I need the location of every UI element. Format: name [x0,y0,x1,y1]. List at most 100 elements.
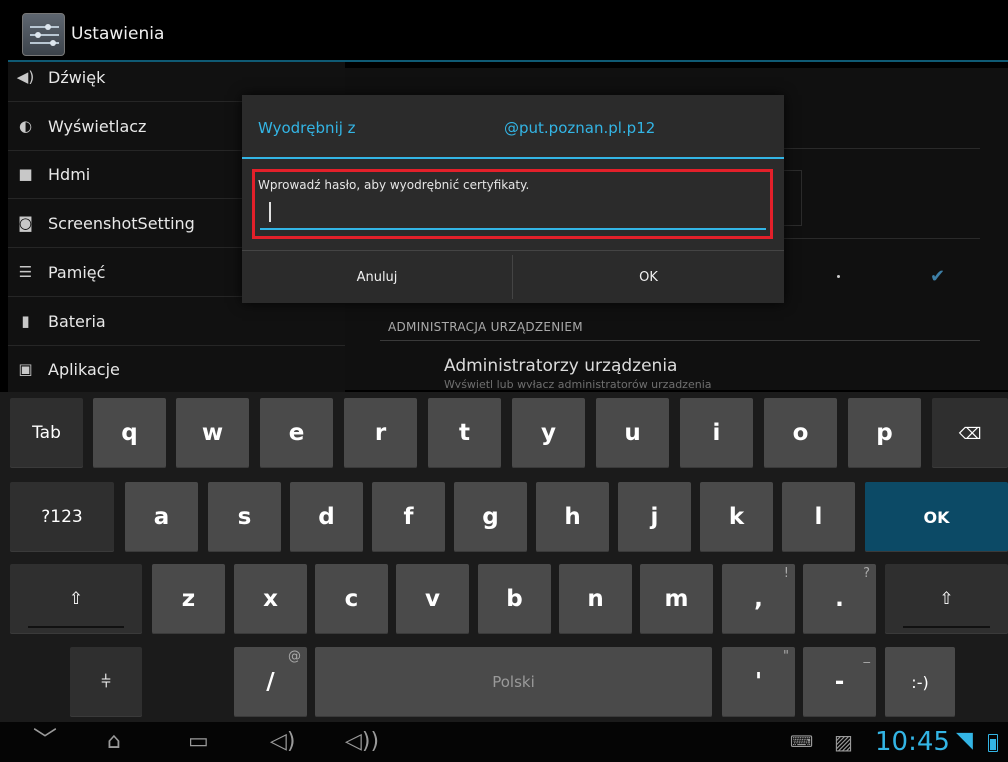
space-key[interactable]: Polski [315,647,712,717]
sidebar-item-label: Dźwięk [48,68,106,87]
shift-icon: ⇧ [68,589,84,609]
text-cursor [269,202,271,222]
key-h[interactable]: h [536,482,609,552]
key-k[interactable]: k [700,482,773,552]
gallery-icon: ▨ [834,730,853,754]
device-admins-summary: Wyświetl lub wyłącz administratorów urzą… [444,378,712,388]
key-period[interactable]: . ? [803,564,876,634]
key-z[interactable]: z [152,564,225,634]
key-w[interactable]: w [176,398,249,468]
backspace-key[interactable]: ⌫ [932,398,1008,468]
key-y[interactable]: y [512,398,585,468]
shift-indicator [28,626,124,628]
key-f[interactable]: f [372,482,445,552]
key-apostrophe[interactable]: ' " [722,647,795,717]
key-r[interactable]: r [344,398,417,468]
key-hint: ? [863,566,870,581]
speaker-icon: ◀) [16,68,35,86]
volume-down-icon[interactable]: ◁) [270,728,296,756]
sidebar-item-battery[interactable]: ▮ Bateria [8,298,345,346]
key-x[interactable]: x [234,564,307,634]
key-s[interactable]: s [208,482,281,552]
key-o[interactable]: o [764,398,837,468]
soft-keyboard: Tab q w e r t y u i o p ⌫ ?123 a s d f g… [0,392,1008,722]
key-n[interactable]: n [559,564,632,634]
password-input[interactable] [260,198,766,230]
navigation-bar: ﹀ ⌂ ▭ ◁) ◁)) ⌨ ▨ 10:45 ◥ [0,722,1008,762]
wifi-icon: ◥ [956,728,973,753]
key-label: , [754,586,763,612]
background-dot [837,275,840,278]
sliders-icon: ⫩ [101,672,111,692]
sidebar-item-label: Wyświetlacz [48,117,147,136]
settings-sliders-icon[interactable] [22,13,65,56]
dialog-title-filename: @put.poznan.pl.p12 [504,119,656,137]
key-hint: " [783,649,789,664]
key-symbols[interactable]: ?123 [10,482,114,552]
key-m[interactable]: m [640,564,713,634]
battery-status-icon [988,734,998,752]
key-v[interactable]: v [396,564,469,634]
key-slash[interactable]: / @ [234,647,307,717]
key-label: / [266,669,275,695]
clock: 10:45 [875,727,950,757]
key-tab[interactable]: Tab [10,398,83,468]
key-p[interactable]: p [848,398,921,468]
key-dash[interactable]: - _ [803,647,876,717]
key-ok[interactable]: OK [865,482,1008,552]
ok-button[interactable]: OK [513,251,784,303]
dialog-title: Wyodrębnij z [258,119,356,137]
sidebar-item-label: Bateria [48,312,106,331]
battery-icon: ▮ [21,312,30,330]
key-l[interactable]: l [782,482,855,552]
key-comma[interactable]: , ! [722,564,795,634]
sidebar-item-apps[interactable]: ▣ Aplikacje [8,346,345,394]
key-smiley[interactable]: :-) [885,647,955,717]
back-icon[interactable]: ﹀ [33,726,57,754]
key-c[interactable]: c [315,564,388,634]
brightness-icon: ◐ [18,117,33,135]
recent-apps-icon[interactable]: ▭ [188,728,209,756]
key-hint: @ [288,649,301,664]
shift-icon: ⇧ [939,589,954,609]
key-j[interactable]: j [618,482,691,552]
camera-icon: ◙ [18,214,33,232]
sidebar-item-label: ScreenshotSetting [48,214,195,233]
extract-certificate-dialog: Wyodrębnij z @put.poznan.pl.p12 Wprowadź… [242,95,784,303]
key-a[interactable]: a [125,482,198,552]
key-t[interactable]: t [428,398,501,468]
shift-key-left[interactable]: ⇧ [10,564,142,634]
key-e[interactable]: e [260,398,333,468]
dialog-title-divider [242,157,784,159]
backspace-icon: ⌫ [958,423,982,443]
sidebar-item-label: Aplikacje [48,360,120,379]
app-title: Ustawienia [71,24,165,44]
key-label: ' [754,669,763,695]
shift-key-right[interactable]: ⇧ [885,564,1008,634]
dialog-message: Wprowadź hasło, aby wyodrębnić certyfika… [258,178,530,192]
key-d[interactable]: d [290,482,363,552]
key-b[interactable]: b [478,564,551,634]
key-u[interactable]: u [596,398,669,468]
section-divider [380,340,980,341]
shift-indicator [903,626,990,628]
checkbox-checked-icon[interactable]: ✔ [930,267,950,287]
keyboard-icon: ⌨ [790,732,814,751]
hdmi-icon: ■ [18,165,33,183]
home-icon[interactable]: ⌂ [107,728,121,756]
section-header: ADMINISTRACJA URZĄDZENIEM [388,320,583,334]
key-hint: _ [863,649,871,664]
key-i[interactable]: i [680,398,753,468]
keyboard-settings-key[interactable]: ⫩ [70,647,142,717]
device-admins-item[interactable]: Administratorzy urządzenia [444,356,677,376]
key-label: . [835,586,844,612]
key-label: - [834,669,845,695]
key-g[interactable]: g [454,482,527,552]
cancel-button[interactable]: Anuluj [242,251,512,303]
volume-up-icon[interactable]: ◁)) [345,728,379,756]
sidebar-item-label: Hdmi [48,165,91,184]
key-q[interactable]: q [93,398,166,468]
storage-icon: ☰ [18,263,33,281]
sidebar-item-label: Pamięć [48,263,106,282]
key-hint: ! [783,566,789,581]
